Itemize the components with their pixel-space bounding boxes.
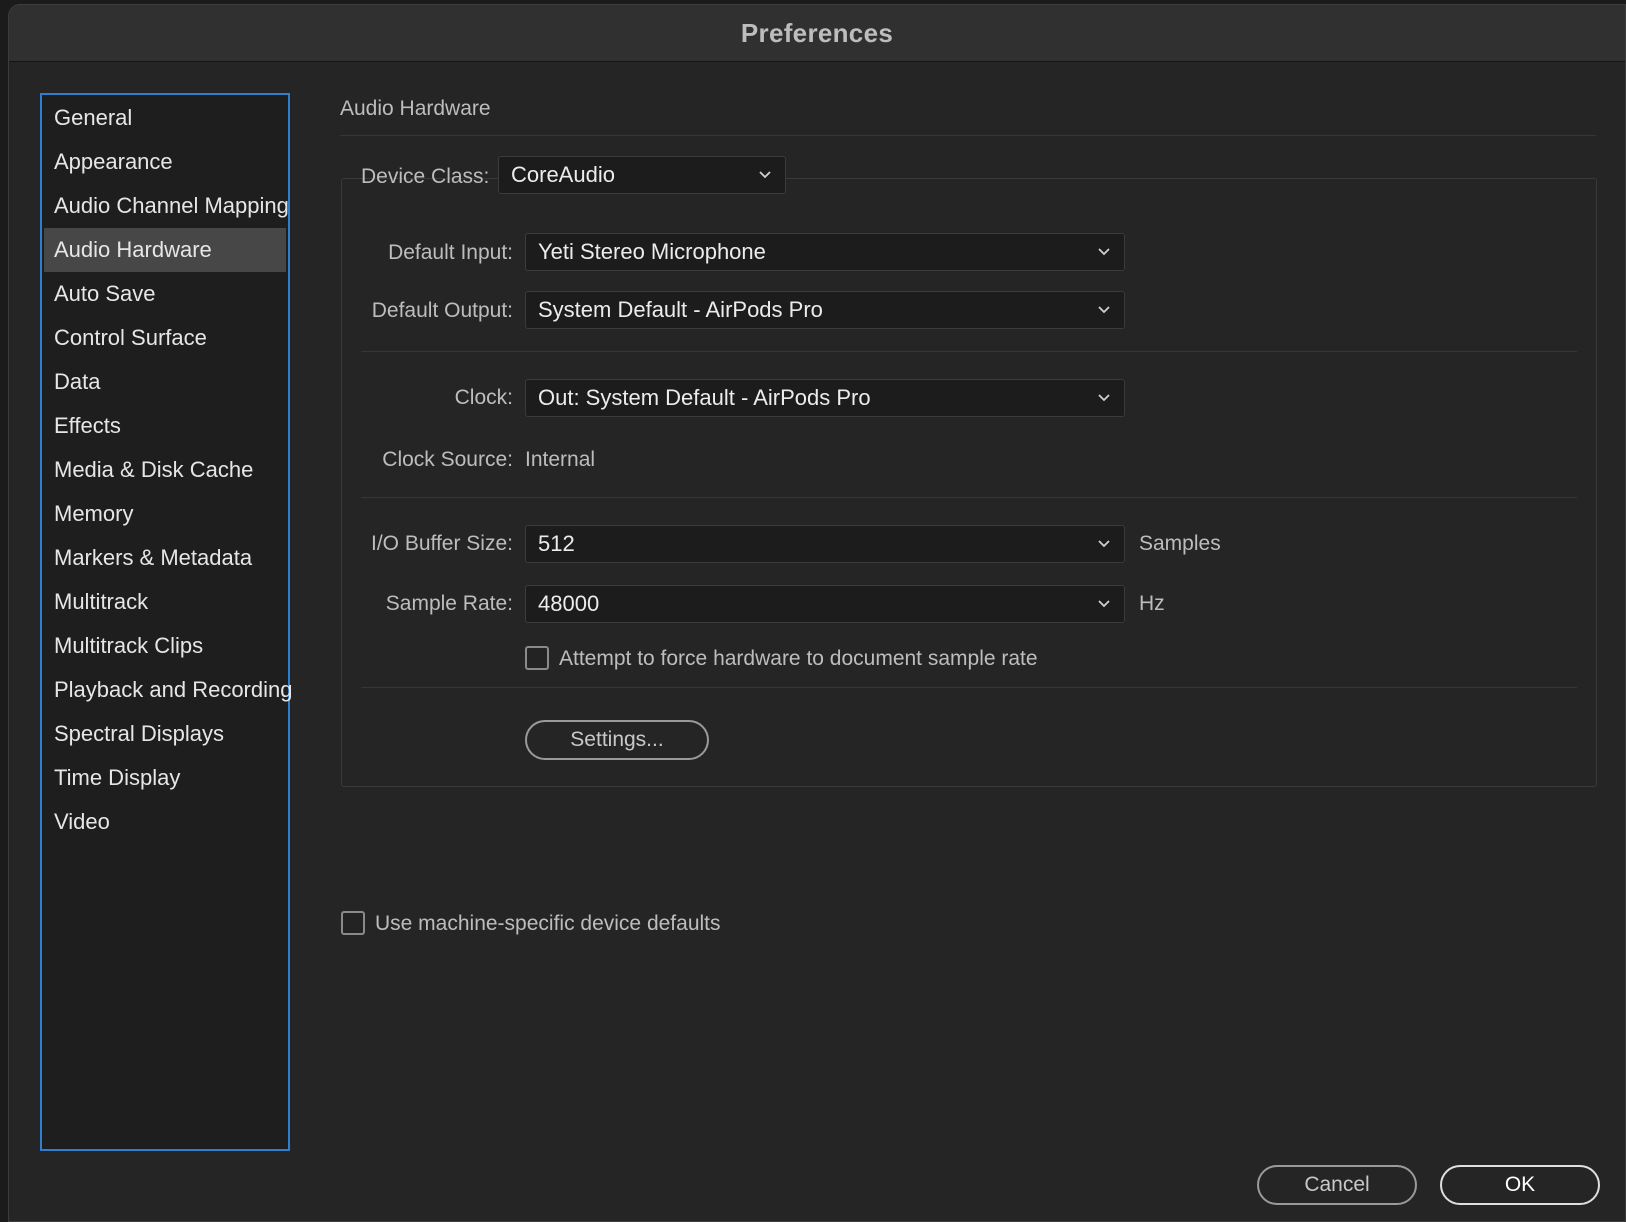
chevron-down-icon	[1098, 394, 1110, 402]
force-sample-rate-label[interactable]: Attempt to force hardware to document sa…	[559, 647, 1038, 671]
sidebar-item-auto-save[interactable]: Auto Save	[44, 272, 286, 316]
default-output-label: Default Output:	[371, 299, 513, 322]
default-input-value: Yeti Stereo Microphone	[538, 239, 766, 264]
title-bar[interactable]: Preferences	[9, 5, 1625, 62]
window-title: Preferences	[740, 17, 894, 48]
preferences-window: Preferences General Appearance Audio Cha…	[8, 4, 1626, 1222]
buffer-size-value: 512	[538, 531, 575, 556]
default-output-value: System Default - AirPods Pro	[538, 297, 823, 322]
cancel-button[interactable]: Cancel	[1257, 1165, 1417, 1205]
sidebar-item-spectral-displays[interactable]: Spectral Displays	[44, 712, 286, 756]
clock-label: Clock:	[454, 386, 513, 409]
machine-defaults-checkbox[interactable]	[341, 911, 365, 935]
device-class-value: CoreAudio	[511, 162, 615, 187]
default-output-dropdown[interactable]: System Default - AirPods Pro	[525, 291, 1125, 329]
divider	[361, 351, 1577, 352]
chevron-down-icon	[1098, 540, 1110, 548]
force-sample-rate-checkbox[interactable]	[525, 646, 549, 670]
section-divider	[340, 135, 1596, 136]
divider	[361, 687, 1577, 688]
buffer-size-unit: Samples	[1139, 532, 1221, 555]
device-class-label: Device Class:	[361, 165, 490, 188]
chevron-down-icon	[1098, 600, 1110, 608]
sidebar-item-video[interactable]: Video	[44, 800, 286, 844]
divider	[361, 497, 1577, 498]
sidebar-item-effects[interactable]: Effects	[44, 404, 286, 448]
settings-button[interactable]: Settings...	[525, 720, 709, 760]
machine-defaults-label[interactable]: Use machine-specific device defaults	[375, 912, 721, 936]
sidebar-item-multitrack-clips[interactable]: Multitrack Clips	[44, 624, 286, 668]
sidebar-item-markers-metadata[interactable]: Markers & Metadata	[44, 536, 286, 580]
sidebar-item-general[interactable]: General	[44, 96, 286, 140]
device-class-dropdown[interactable]: CoreAudio	[498, 156, 786, 194]
buffer-size-label: I/O Buffer Size:	[370, 532, 513, 555]
sidebar-item-control-surface[interactable]: Control Surface	[44, 316, 286, 360]
sample-rate-value: 48000	[538, 591, 600, 616]
sidebar-item-media-disk-cache[interactable]: Media & Disk Cache	[44, 448, 286, 492]
sidebar-item-multitrack[interactable]: Multitrack	[44, 580, 286, 624]
preferences-category-list[interactable]: General Appearance Audio Channel Mapping…	[40, 93, 292, 1151]
sidebar-item-data[interactable]: Data	[44, 360, 286, 404]
default-input-dropdown[interactable]: Yeti Stereo Microphone	[525, 233, 1125, 271]
chevron-down-icon	[759, 171, 771, 179]
sidebar-item-playback-recording[interactable]: Playback and Recording	[44, 668, 292, 712]
clock-source-label: Clock Source:	[382, 448, 513, 471]
sidebar-item-appearance[interactable]: Appearance	[44, 140, 286, 184]
sidebar-item-audio-channel-mapping[interactable]: Audio Channel Mapping	[44, 184, 289, 228]
sample-rate-dropdown[interactable]: 48000	[525, 585, 1125, 623]
chevron-down-icon	[1098, 306, 1110, 314]
clock-value: Out: System Default - AirPods Pro	[538, 385, 871, 410]
sidebar-item-audio-hardware[interactable]: Audio Hardware	[44, 228, 286, 272]
sample-rate-label: Sample Rate:	[385, 592, 513, 615]
ok-button[interactable]: OK	[1440, 1165, 1600, 1205]
sidebar-item-time-display[interactable]: Time Display	[44, 756, 286, 800]
sample-rate-unit: Hz	[1139, 592, 1165, 615]
chevron-down-icon	[1098, 248, 1110, 256]
clock-source-value: Internal	[525, 448, 596, 471]
buffer-size-dropdown[interactable]: 512	[525, 525, 1125, 563]
default-input-label: Default Input:	[388, 241, 513, 264]
sidebar-item-memory[interactable]: Memory	[44, 492, 286, 536]
clock-dropdown[interactable]: Out: System Default - AirPods Pro	[525, 379, 1125, 417]
section-title: Audio Hardware	[340, 97, 491, 120]
